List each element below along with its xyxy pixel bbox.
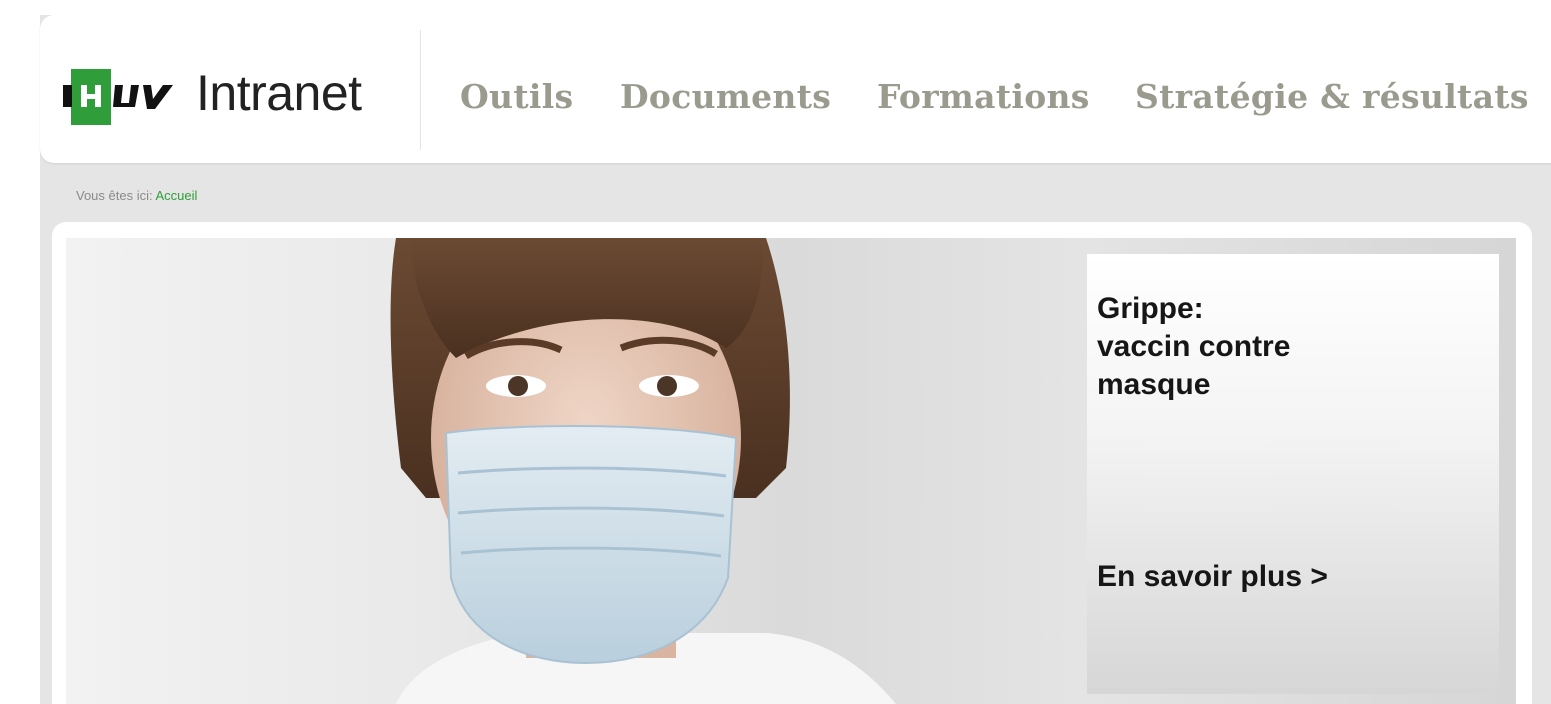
header-divider — [420, 30, 421, 150]
nav-item-formations[interactable]: Formations — [877, 77, 1090, 116]
breadcrumb-prefix: Vous êtes ici: — [76, 188, 153, 203]
hero-headline-line-3: masque — [1097, 368, 1211, 401]
nav-item-strategie-resultats[interactable]: Stratégie & résultats — [1135, 77, 1529, 116]
chuv-logo-icon — [63, 69, 173, 125]
hero-headline-line-1: Grippe: — [1097, 292, 1204, 325]
breadcrumb-link-accueil[interactable]: Accueil — [156, 188, 198, 203]
hero-headline: Grippe: vaccin contre masque — [1097, 290, 1477, 404]
nav-item-documents[interactable]: Documents — [620, 77, 831, 116]
hero-headline-line-2: vaccin contre — [1097, 330, 1291, 363]
breadcrumb: Vous êtes ici: Accueil — [76, 188, 197, 203]
en-savoir-plus-link[interactable]: En savoir plus > — [1097, 560, 1328, 594]
chuv-logo[interactable] — [63, 67, 177, 127]
nav-item-outils[interactable]: Outils — [460, 77, 573, 116]
logo-text: Intranet — [196, 65, 362, 121]
chuv-logo-mark — [63, 69, 177, 125]
